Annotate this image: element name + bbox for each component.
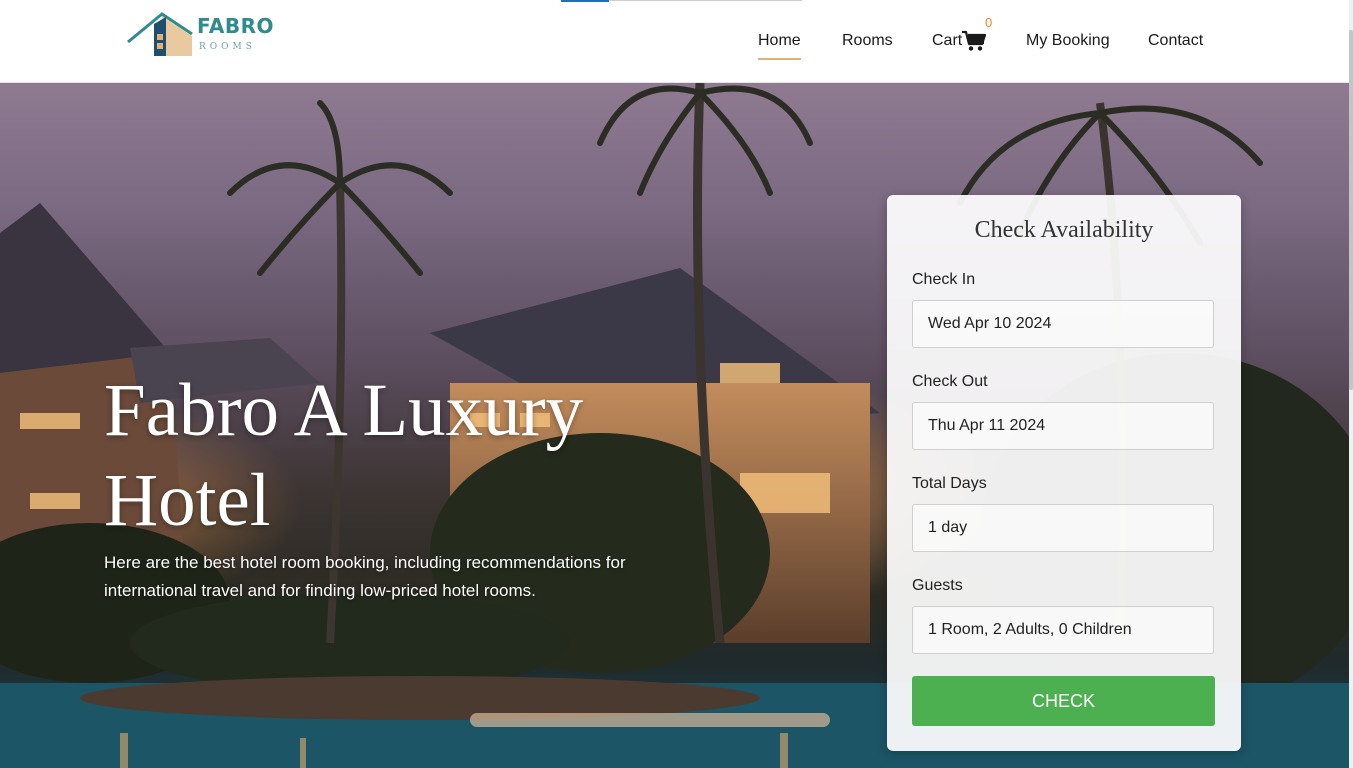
shopping-cart-icon[interactable] — [961, 30, 987, 52]
top-divider — [609, 0, 802, 1]
check-button[interactable]: CHECK — [912, 676, 1215, 726]
nav-contact[interactable]: Contact — [1148, 32, 1203, 54]
check-in-label: Check In — [912, 271, 976, 288]
nav-rooms[interactable]: Rooms — [842, 32, 893, 54]
hero-subtitle: Here are the best hotel room booking, in… — [104, 553, 626, 600]
check-out-field[interactable]: Thu Apr 11 2024 — [912, 402, 1214, 450]
brand-subtitle: ROOMS — [199, 42, 256, 52]
total-days-value: 1 day — [928, 519, 968, 536]
nav-home[interactable]: Home — [758, 32, 801, 60]
check-in-field[interactable]: Wed Apr 10 2024 — [912, 300, 1214, 348]
nav-booking-label: My Booking — [1026, 32, 1110, 49]
nav-my-booking[interactable]: My Booking — [1026, 32, 1110, 54]
check-in-value: Wed Apr 10 2024 — [928, 315, 1052, 332]
guests-field[interactable]: 1 Room, 2 Adults, 0 Children — [912, 606, 1214, 654]
check-out-label: Check Out — [912, 373, 988, 390]
nav-cart-label: Cart — [932, 32, 963, 49]
check-availability-panel: Check Availability Check In Wed Apr 10 2… — [887, 195, 1241, 751]
scrollbar-thumb[interactable] — [1349, 30, 1353, 390]
total-days-field[interactable]: 1 day — [912, 504, 1214, 552]
guests-label: Guests — [912, 577, 963, 594]
nav-home-label: Home — [758, 32, 801, 49]
brand-name[interactable]: FABRO — [197, 14, 274, 38]
top-accent-bar — [561, 0, 609, 2]
panel-title: Check Availability — [974, 217, 1154, 243]
nav-rooms-label: Rooms — [842, 32, 893, 49]
nav-cart[interactable]: Cart — [932, 32, 962, 54]
cart-count-badge: 0 — [985, 15, 993, 30]
hero-title: Fabro A Luxury Hotel — [104, 369, 584, 542]
guests-value: 1 Room, 2 Adults, 0 Children — [928, 621, 1132, 638]
check-out-value: Thu Apr 11 2024 — [928, 417, 1046, 434]
total-days-label: Total Days — [912, 475, 987, 492]
nav-contact-label: Contact — [1148, 32, 1204, 49]
